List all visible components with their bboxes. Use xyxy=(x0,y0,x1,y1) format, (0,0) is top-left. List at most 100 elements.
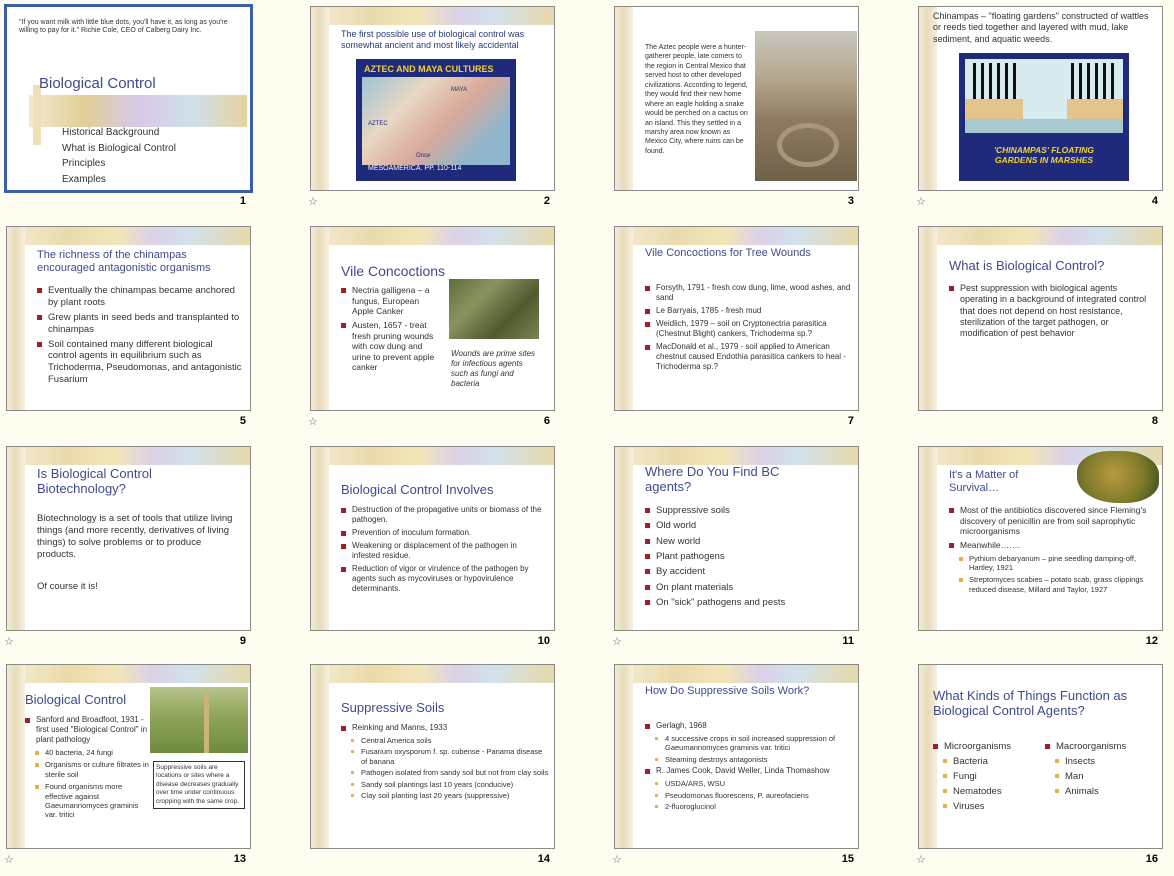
diagram-trees xyxy=(973,63,1017,99)
bullet-item: Weidlich, 1979 – soil on Cryptonectria p… xyxy=(645,319,853,339)
transition-star-icon[interactable]: ☆ xyxy=(612,853,622,866)
slide-thumbnail-12[interactable]: It's a Matter of Survival… Most of the a… xyxy=(912,440,1174,658)
bullet-item: Reinking and Manns, 1933 xyxy=(341,723,549,733)
decorative-banner xyxy=(615,447,858,465)
transition-star-icon[interactable]: ☆ xyxy=(916,195,926,208)
slide-12[interactable]: It's a Matter of Survival… Most of the a… xyxy=(918,446,1163,631)
slide-14-body: Reinking and Manns, 1933 Central America… xyxy=(341,723,549,802)
slide-number: 5 xyxy=(239,415,246,427)
slide-thumbnail-9[interactable]: Is Biological Control Biotechnology? Bio… xyxy=(0,440,300,658)
slide-6[interactable]: Vile Concoctions Nectria galligena – a f… xyxy=(310,226,555,411)
map-caption: MESOAMERICA. PP. 110-114 xyxy=(368,165,462,172)
slide-15[interactable]: How Do Suppressive Soils Work? Gerlagh, … xyxy=(614,664,859,849)
slide-thumbnail-16[interactable]: What Kinds of Things Function as Biologi… xyxy=(912,658,1174,876)
decorative-bar xyxy=(311,227,329,410)
sub-bullet-item: Central America soils xyxy=(341,736,549,745)
slide-number: 14 xyxy=(537,853,550,865)
bullet-item: On plant materials xyxy=(645,582,850,594)
plant-stalk xyxy=(204,693,209,753)
slide-16-col-2: Macroorganisms Insects Man Animals xyxy=(1045,741,1157,801)
transition-star-icon[interactable]: ☆ xyxy=(612,635,622,648)
slide-number: 1 xyxy=(239,195,246,207)
sub-bullet-item: USDA/ARS, WSU xyxy=(645,779,853,788)
slide-2[interactable]: The first possible use of biological con… xyxy=(310,6,555,191)
transition-star-icon[interactable]: ☆ xyxy=(916,853,926,866)
sub-bullet-item: Pythium debaryanum – pine seedling dampi… xyxy=(949,554,1154,573)
bullet-item: Microorganisms xyxy=(933,741,1043,753)
slide-7[interactable]: Vile Concoctions for Tree Wounds Forsyth… xyxy=(614,226,859,411)
map-title: AZTEC AND MAYA CULTURES xyxy=(364,64,494,74)
decorative-banner xyxy=(615,227,858,245)
decorative-banner xyxy=(615,665,858,683)
slide-10[interactable]: Biological Control Involves Destruction … xyxy=(310,446,555,631)
slide-10-title: Biological Control Involves xyxy=(341,482,494,497)
slide-thumbnail-4[interactable]: Chinampas – "floating gardens" construct… xyxy=(912,0,1174,218)
diagram-water xyxy=(965,119,1123,133)
transition-star-icon[interactable]: ☆ xyxy=(4,853,14,866)
decorative-bar xyxy=(311,7,329,190)
slide-8[interactable]: What is Biological Control? Pest suppres… xyxy=(918,226,1163,411)
slide-9-title: Is Biological Control Biotechnology? xyxy=(37,466,152,496)
decorative-bar xyxy=(615,227,633,410)
slide-14[interactable]: Suppressive Soils Reinking and Manns, 19… xyxy=(310,664,555,849)
sub-bullet-item: Clay soil planting last 20 years (suppre… xyxy=(341,791,549,800)
agenda-item: Examples xyxy=(62,173,106,185)
decorative-banner xyxy=(7,227,250,245)
slide-thumbnail-10[interactable]: Biological Control Involves Destruction … xyxy=(304,440,604,658)
transition-star-icon[interactable]: ☆ xyxy=(4,635,14,648)
sub-bullet-item: Bacteria xyxy=(933,756,1043,768)
slide-13[interactable]: Biological Control Sanford and Broadfoot… xyxy=(6,664,251,849)
slide-3[interactable]: The Aztec people were a hunter-gatherer … xyxy=(614,6,859,191)
slide-number: 13 xyxy=(233,853,246,865)
bullet-item: Le Barryais, 1785 - fresh mud xyxy=(645,306,853,316)
slide-number: 3 xyxy=(847,195,854,207)
decorative-banner xyxy=(311,7,554,25)
slide-thumbnail-5[interactable]: The richness of the chinampas encouraged… xyxy=(0,220,300,438)
slide-thumbnail-3[interactable]: The Aztec people were a hunter-gatherer … xyxy=(608,0,908,218)
slide-thumbnail-14[interactable]: Suppressive Soils Reinking and Manns, 19… xyxy=(304,658,604,876)
sub-bullet-item: Man xyxy=(1045,771,1157,783)
slide-9-para-2: Of course it is! xyxy=(37,581,98,592)
slide-thumbnail-13[interactable]: Biological Control Sanford and Broadfoot… xyxy=(0,658,300,876)
bullet-item: Forsyth, 1791 - fresh cow dung, lime, wo… xyxy=(645,283,853,303)
sub-bullet-item: Fungi xyxy=(933,771,1043,783)
bullet-item: Suppressive soils xyxy=(645,505,850,517)
transition-star-icon[interactable]: ☆ xyxy=(308,415,318,428)
bullet-item: Soil contained many different biological… xyxy=(37,339,242,387)
slide-5[interactable]: The richness of the chinampas encouraged… xyxy=(6,226,251,411)
slide-8-body: Pest suppression with biological agents … xyxy=(949,283,1149,342)
decorative-bar xyxy=(311,665,329,848)
aztec-ruins-photo xyxy=(755,31,857,181)
decorative-banner xyxy=(311,227,554,245)
slide-12-title: It's a Matter of Survival… xyxy=(949,469,1019,494)
bullet-item: Meanwhile……. xyxy=(949,540,1154,551)
slide-thumbnail-7[interactable]: Vile Concoctions for Tree Wounds Forsyth… xyxy=(608,220,908,438)
bullet-item: Most of the antibiotics discovered since… xyxy=(949,505,1154,537)
slide-16-title: What Kinds of Things Function as Biologi… xyxy=(933,688,1128,718)
slide-1[interactable]: "If you want milk with little blue dots,… xyxy=(4,4,253,193)
slide-thumbnail-15[interactable]: How Do Suppressive Soils Work? Gerlagh, … xyxy=(608,658,908,876)
slide-12-body: Most of the antibiotics discovered since… xyxy=(949,505,1154,597)
slide-4[interactable]: Chinampas – "floating gardens" construct… xyxy=(918,6,1163,191)
slide-thumbnail-8[interactable]: What is Biological Control? Pest suppres… xyxy=(912,220,1174,438)
slide-number: 6 xyxy=(543,415,550,427)
sub-bullet-item: Steaming destroys antagonists xyxy=(645,755,853,764)
bullet-item: Prevention of inoculum formation. xyxy=(341,528,546,538)
slide-9-para-1: Biotechnology is a set of tools that uti… xyxy=(37,513,233,560)
slide-11[interactable]: Where Do You Find BC agents? Suppressive… xyxy=(614,446,859,631)
bullet-item: MacDonald et al., 1979 - soil applied to… xyxy=(645,342,853,372)
slide-thumbnail-2[interactable]: The first possible use of biological con… xyxy=(304,0,604,218)
slide-7-title: Vile Concoctions for Tree Wounds xyxy=(645,247,811,259)
slide-5-body: Eventually the chinampas became anchored… xyxy=(37,285,242,389)
bullet-item: Gerlagh, 1968 xyxy=(645,721,853,731)
slide-thumbnail-11[interactable]: Where Do You Find BC agents? Suppressive… xyxy=(608,440,908,658)
decorative-banner xyxy=(29,95,247,127)
slide-16[interactable]: What Kinds of Things Function as Biologi… xyxy=(918,664,1163,849)
transition-star-icon[interactable]: ☆ xyxy=(308,195,318,208)
decorative-bar xyxy=(919,447,937,630)
slide-thumbnail-6[interactable]: Vile Concoctions Nectria galligena – a f… xyxy=(304,220,604,438)
slide-9[interactable]: Is Biological Control Biotechnology? Bio… xyxy=(6,446,251,631)
map-label-aztec: AZTEC xyxy=(368,121,388,127)
sub-bullet-item: Streptomyces scabies – potato scab, gras… xyxy=(949,575,1154,594)
slide-thumbnail-1[interactable]: "If you want milk with little blue dots,… xyxy=(0,0,300,218)
